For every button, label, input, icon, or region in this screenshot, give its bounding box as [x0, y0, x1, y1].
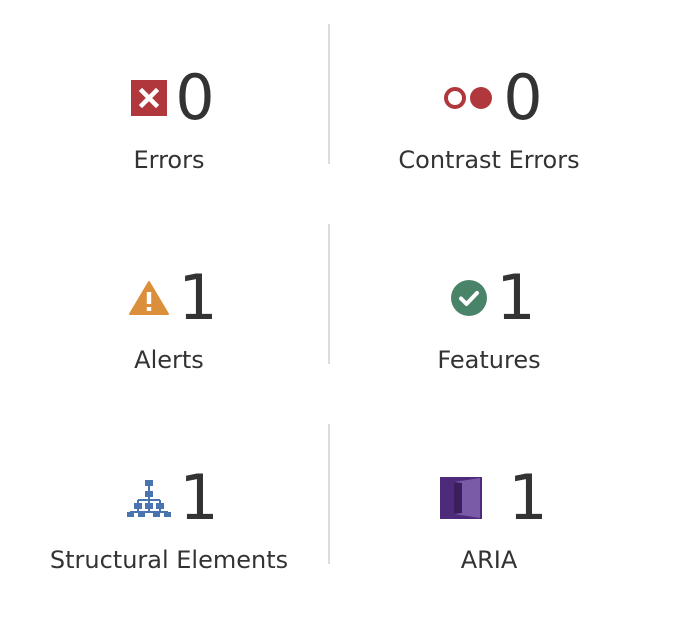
features-stat: 1	[442, 261, 536, 334]
wave-summary-panel: 0 Errors 0 Contrast Errors 1 Alerts 1 Fe…	[10, 14, 670, 584]
summary-row-3: 1 Structural Elements 1 ARIA	[10, 414, 670, 614]
errors-stat: 0	[123, 61, 215, 134]
contrast-errors-count: 0	[503, 61, 543, 134]
features-item[interactable]: 1 Features	[330, 214, 648, 414]
alerts-label: Alerts	[134, 346, 204, 374]
aria-count: 1	[508, 461, 548, 534]
contrast-errors-item[interactable]: 0 Contrast Errors	[330, 14, 648, 214]
structure-icon	[127, 478, 172, 518]
features-count: 1	[496, 261, 536, 334]
aria-stat: 1	[430, 461, 548, 534]
contrast-errors-label: Contrast Errors	[398, 146, 580, 174]
structural-elements-item[interactable]: 1 Structural Elements	[10, 414, 328, 614]
structural-elements-stat: 1	[119, 461, 219, 534]
alerts-item[interactable]: 1 Alerts	[10, 214, 328, 414]
error-icon	[131, 80, 168, 116]
alerts-count: 1	[178, 261, 218, 334]
errors-count: 0	[175, 61, 215, 134]
aria-icon	[438, 474, 486, 522]
summary-row-1: 0 Errors 0 Contrast Errors	[10, 14, 670, 214]
contrast-errors-stat: 0	[435, 61, 543, 134]
contrast-icon	[443, 85, 495, 111]
errors-item[interactable]: 0 Errors	[10, 14, 328, 214]
aria-item[interactable]: 1 ARIA	[330, 414, 648, 614]
errors-label: Errors	[133, 146, 205, 174]
alerts-stat: 1	[120, 261, 218, 334]
aria-label: ARIA	[460, 546, 518, 574]
features-label: Features	[437, 346, 541, 374]
summary-row-2: 1 Alerts 1 Features	[10, 214, 670, 414]
structural-elements-count: 1	[179, 461, 219, 534]
alert-icon	[128, 280, 170, 316]
structural-elements-label: Structural Elements	[49, 546, 289, 574]
feature-icon	[450, 279, 488, 317]
